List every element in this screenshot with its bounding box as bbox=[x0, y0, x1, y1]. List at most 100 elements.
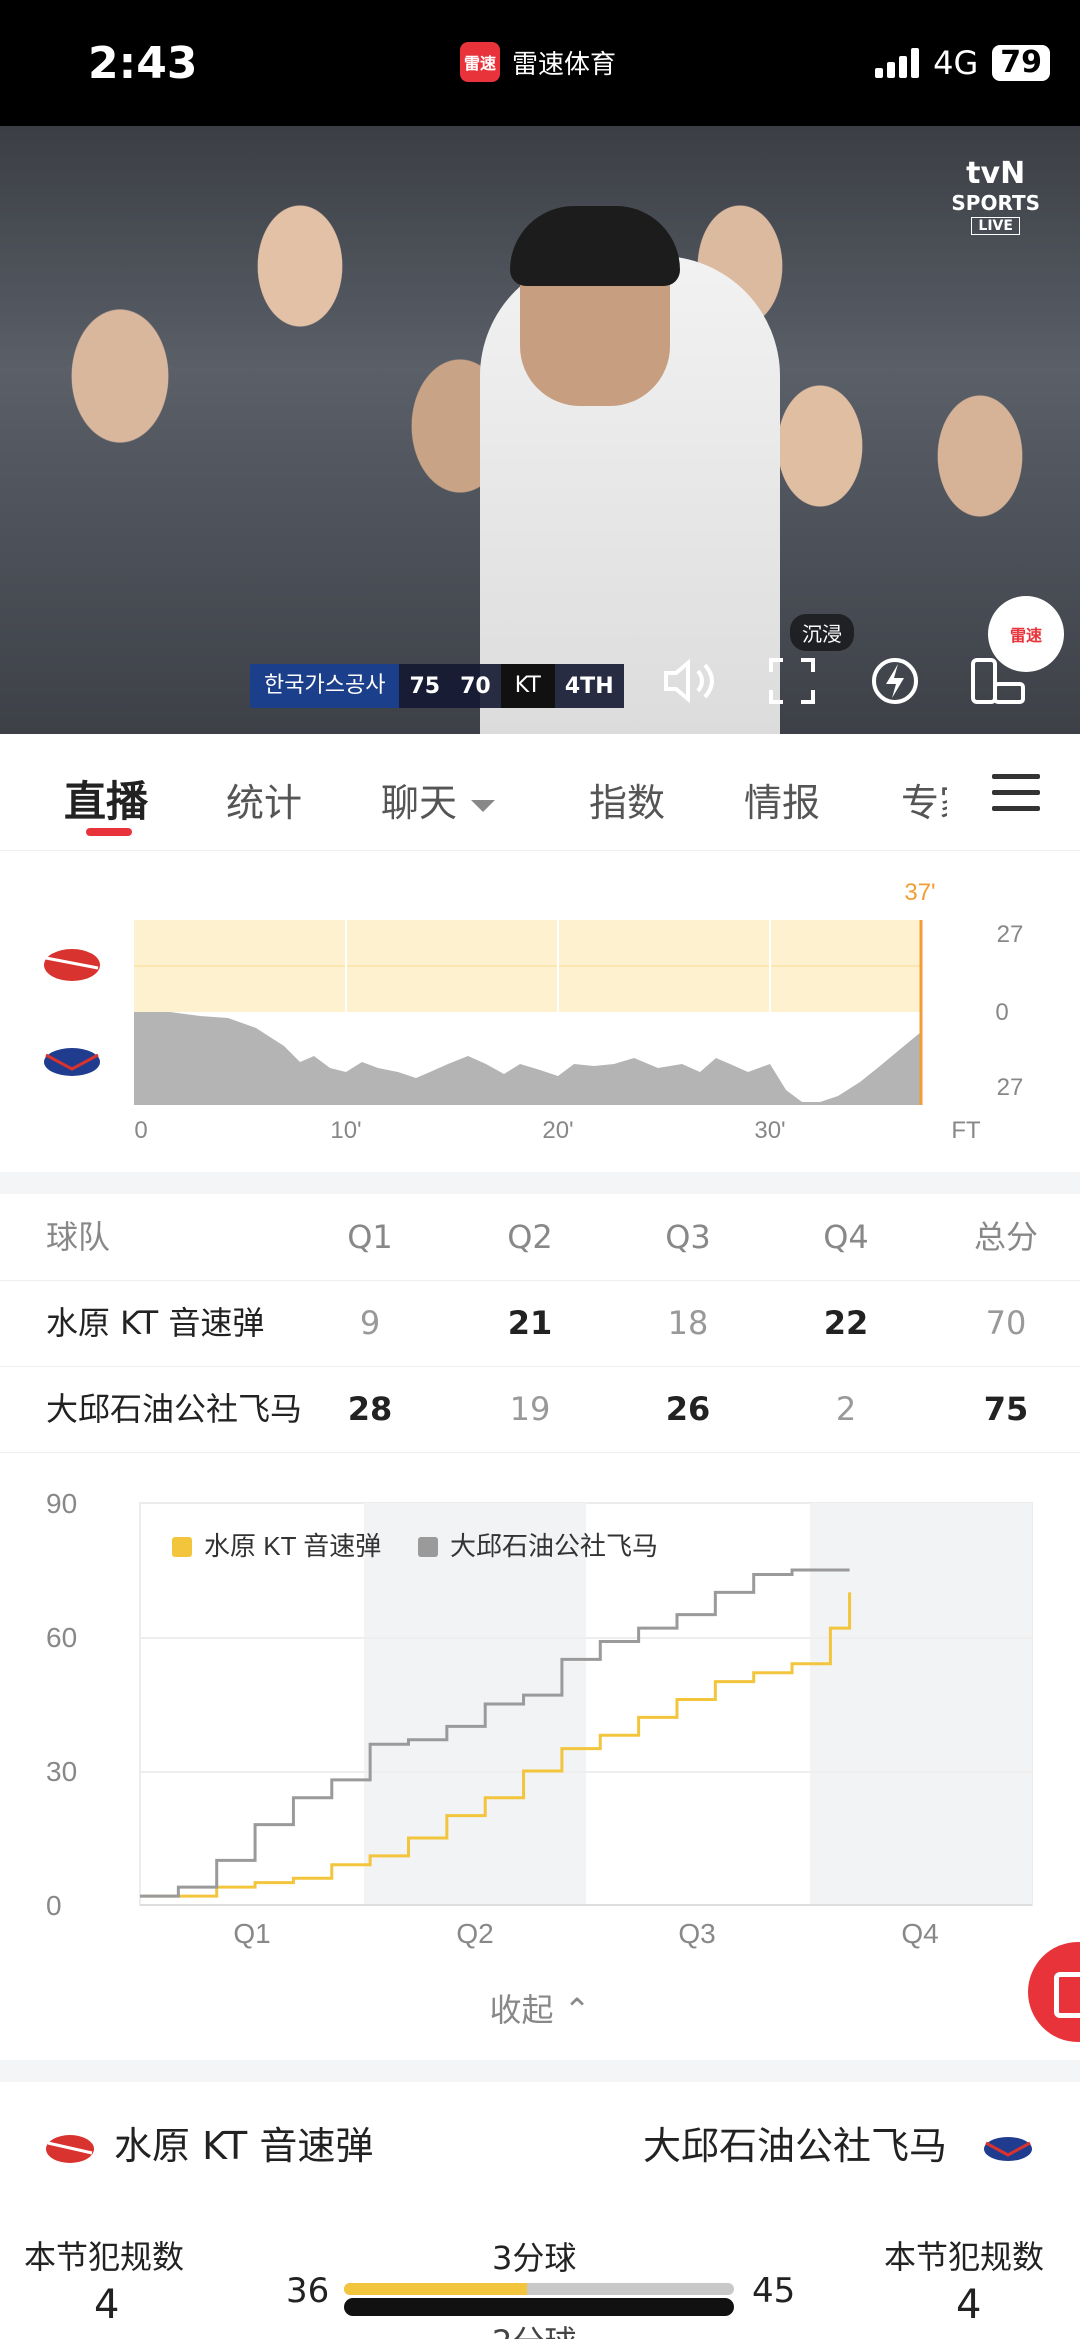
momentum-x-label: 10' bbox=[330, 1117, 361, 1144]
table-row: 大邱石油公社飞马 28 19 26 2 75 bbox=[0, 1366, 1080, 1453]
home-team-name: 水原 KT 音速弹 bbox=[114, 2124, 374, 2168]
two-point-bar bbox=[344, 2298, 734, 2316]
broadcaster-line2: SPORTS bbox=[951, 191, 1040, 215]
momentum-y-mid: 0 bbox=[995, 999, 1008, 1026]
legend-swatch-dp bbox=[418, 1537, 438, 1557]
row-team: 大邱石油公社飞马 bbox=[46, 1390, 303, 1428]
y-tick-label: 0 bbox=[46, 1890, 62, 1921]
video-player[interactable]: tvN SPORTS LIVE 한국가스공사 75 70 KT 4TH 沉浸 雷… bbox=[0, 126, 1080, 734]
tab-odds[interactable]: 指数 bbox=[589, 772, 665, 827]
flash-icon[interactable] bbox=[860, 646, 930, 716]
header-q3: Q3 bbox=[665, 1218, 711, 1256]
pegasus-team-logo-icon bbox=[44, 1048, 100, 1076]
away-team-name: 大邱石油公社飞马 bbox=[643, 2124, 948, 2168]
row-team: 水原 KT 音速弹 bbox=[46, 1304, 265, 1342]
away-foul-label: 本节犯规数 bbox=[884, 2238, 1045, 2276]
collapse-button[interactable]: 收起 ⌃ bbox=[0, 1985, 1080, 2031]
broadcaster-line1: tvN bbox=[966, 156, 1026, 191]
away-foul-count: 4 bbox=[956, 2282, 982, 2328]
leisu-float-logo[interactable]: 雷速 bbox=[988, 596, 1064, 672]
momentum-chart: 37' 27 0 27 0 10' 20' 30' FT bbox=[0, 850, 1080, 1172]
y-tick-label: 30 bbox=[46, 1756, 77, 1787]
kt-team-logo-icon bbox=[46, 2135, 94, 2163]
legend-kt: 水原 KT 音速弹 bbox=[204, 1531, 381, 1561]
table-header: 球队 Q1 Q2 Q3 Q4 总分 bbox=[0, 1194, 1080, 1281]
momentum-svg: 37' 27 0 27 0 10' 20' 30' FT bbox=[44, 879, 1024, 1144]
row-q1: 9 bbox=[359, 1304, 381, 1342]
tab-bar: 直播 统计 聊天 指数 情报 专家 bbox=[0, 734, 1080, 851]
momentum-x-label: 30' bbox=[754, 1117, 785, 1144]
pegasus-team-logo-icon bbox=[984, 2137, 1032, 2161]
x-tick-label: Q2 bbox=[456, 1918, 493, 1949]
signal-icon bbox=[875, 48, 920, 78]
header-q4: Q4 bbox=[823, 1218, 869, 1256]
row-q4: 22 bbox=[823, 1304, 869, 1342]
tab-intel[interactable]: 情报 bbox=[744, 772, 820, 827]
header-q1: Q1 bbox=[347, 1218, 393, 1256]
status-indicators: 4G 79 bbox=[875, 44, 1050, 82]
x-tick-label: Q3 bbox=[678, 1918, 715, 1949]
section-divider bbox=[0, 2060, 1080, 2082]
momentum-current-time: 37' bbox=[904, 879, 935, 906]
momentum-x-label: FT bbox=[951, 1117, 981, 1144]
row-q2: 19 bbox=[509, 1390, 551, 1428]
row-q2: 21 bbox=[507, 1304, 553, 1342]
status-bar: 2:43 雷速 雷速体育 4G 79 bbox=[0, 0, 1080, 126]
row-q3: 26 bbox=[665, 1390, 711, 1428]
tab-active-indicator bbox=[86, 828, 132, 836]
score-flow-svg: 0 30 60 90 Q1 Q2 Q3 Q4 水原 KT 音速弹 大邱石油公社飞马 bbox=[46, 1488, 1033, 1949]
momentum-y-bot: 27 bbox=[997, 1074, 1024, 1101]
row-q1: 28 bbox=[347, 1390, 393, 1428]
legend-dp: 大邱石油公社飞马 bbox=[450, 1531, 658, 1561]
row-q3: 18 bbox=[667, 1304, 709, 1342]
app-logo-icon: 雷速 bbox=[460, 42, 500, 82]
momentum-x-label: 0 bbox=[134, 1117, 147, 1144]
tab-live[interactable]: 直播 bbox=[64, 768, 148, 829]
header-total: 总分 bbox=[973, 1218, 1038, 1256]
three-point-label: 3分球 bbox=[492, 2239, 577, 2277]
three-point-bar-fill bbox=[344, 2283, 528, 2295]
app-indicator: 雷速 雷速体育 bbox=[460, 42, 616, 82]
y-tick-label: 60 bbox=[46, 1622, 77, 1653]
chevron-down-icon bbox=[471, 799, 496, 812]
home-foul-label: 本节犯规数 bbox=[24, 2238, 185, 2276]
tab-expert[interactable]: 专家 bbox=[901, 772, 947, 827]
clock: 2:43 bbox=[88, 38, 198, 89]
home-three-value: 36 bbox=[286, 2271, 330, 2311]
volume-icon[interactable] bbox=[655, 646, 725, 716]
momentum-y-top: 27 bbox=[997, 921, 1024, 948]
y-tick-label: 90 bbox=[46, 1488, 77, 1519]
scorebug-score2: 70 bbox=[460, 673, 491, 699]
row-total: 75 bbox=[983, 1390, 1029, 1428]
two-point-label: 2分球 bbox=[492, 2317, 576, 2339]
broadcaster-live: LIVE bbox=[971, 217, 1020, 235]
tab-chat[interactable]: 聊天 bbox=[381, 772, 496, 827]
table-row: 水原 KT 音速弹 9 21 18 22 70 bbox=[0, 1280, 1080, 1367]
momentum-x-label: 20' bbox=[542, 1117, 573, 1144]
scorebug-score1: 75 bbox=[409, 673, 441, 699]
row-total: 70 bbox=[985, 1304, 1027, 1342]
away-three-value: 45 bbox=[752, 2271, 796, 2311]
network-type: 4G bbox=[933, 44, 979, 82]
app-name: 雷速体育 bbox=[512, 49, 617, 80]
row-q4: 2 bbox=[835, 1390, 857, 1428]
header-team: 球队 bbox=[46, 1218, 111, 1256]
scorebug-period: 4TH bbox=[564, 673, 614, 699]
kt-team-logo-icon bbox=[44, 949, 100, 981]
score-flow-chart: 0 30 60 90 Q1 Q2 Q3 Q4 水原 KT 音速弹 大邱石油公社飞马 bbox=[0, 1475, 1080, 1955]
battery-icon: 79 bbox=[992, 45, 1050, 81]
x-tick-label: Q1 bbox=[233, 1918, 270, 1949]
home-foul-count: 4 bbox=[94, 2282, 120, 2328]
fullscreen-icon[interactable] bbox=[757, 646, 827, 716]
header-q2: Q2 bbox=[507, 1218, 553, 1256]
tab-chat-label: 聊天 bbox=[381, 781, 458, 825]
section-divider bbox=[0, 1172, 1080, 1194]
broadcaster-logo: tvN SPORTS LIVE bbox=[951, 156, 1040, 235]
three-point-bar bbox=[344, 2283, 734, 2295]
tab-stats[interactable]: 统计 bbox=[226, 772, 302, 827]
video-frame-hair bbox=[510, 206, 680, 286]
scorebug-team1: 한국가스공사 bbox=[250, 664, 400, 708]
x-tick-label: Q4 bbox=[901, 1918, 938, 1949]
scorebug-team2: KT bbox=[500, 664, 555, 708]
menu-icon[interactable] bbox=[992, 774, 1040, 822]
